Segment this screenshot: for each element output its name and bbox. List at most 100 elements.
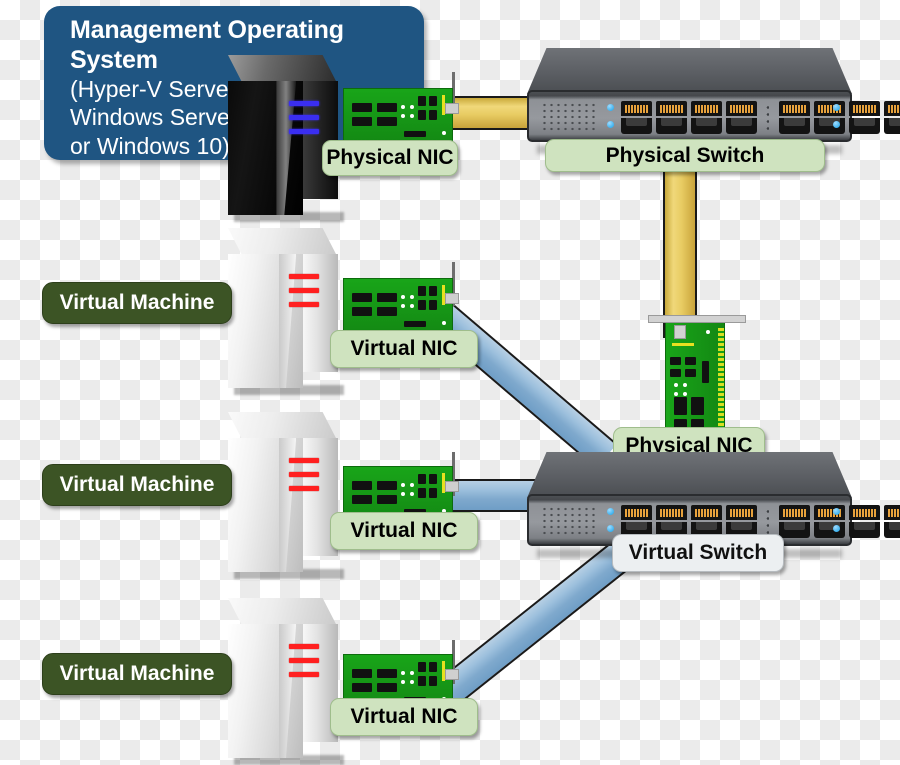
nic-chip [670,369,681,377]
nic-bracket-tab [674,325,686,339]
label-virtual-machine-2: Virtual Machine [42,464,232,506]
switch-status-led [833,508,840,515]
switch-port[interactable] [691,101,722,135]
vm-2-tower [228,412,344,579]
nic-solder-dot [401,105,405,109]
switch-chassis-top [527,48,852,94]
nic-bracket-tab [445,669,459,680]
nic-chip [352,117,372,126]
switch-status-led [833,525,840,532]
nic-solder-dot [401,304,405,308]
label-physical-switch: Physical Switch [545,139,825,172]
nic-chip [702,361,709,383]
label-text: Virtual NIC [350,519,458,542]
label-text: Virtual Machine [59,473,215,496]
nic-yellow-strip [672,343,694,346]
nic-solder-dot [401,483,405,487]
switch-separator-dots [766,104,769,132]
nic-chip [377,495,397,504]
nic-chip [404,321,426,327]
switch-port-group-left[interactable] [621,101,757,135]
nic-solder-dot [674,392,678,396]
tower-led-stack [289,458,320,500]
nic-chip [352,293,372,302]
nic-solder-dot [410,680,414,684]
switch-vent-grille [541,506,599,536]
switch-status-led [833,104,840,111]
switch-vent-grille [541,102,599,132]
nic-chip [429,474,437,484]
nic-chip [418,676,426,686]
switch-port[interactable] [779,505,810,539]
nic-solder-dot [683,392,687,396]
nic-solder-dot [410,295,414,299]
nic-chip [418,300,426,310]
nic-solder-dot [410,114,414,118]
nic-chip [429,286,437,296]
nic-chip [670,357,681,365]
vm-3-tower [228,598,344,765]
nic-chip [404,131,426,137]
nic-chip [685,369,696,377]
nic-chip [429,676,437,686]
nic-chip [418,488,426,498]
switch-port[interactable] [849,505,880,539]
nic-chip [352,307,372,316]
switch-status-led [607,508,614,515]
switch-port[interactable] [884,101,900,135]
label-virtual-nic-2: Virtual NIC [330,512,478,550]
nic-edge-connector [717,327,724,431]
physical-switch-device [527,48,900,154]
nic-chip [674,397,687,415]
nic-chip [418,286,426,296]
switch-front-panel [527,90,900,142]
nic-solder-dot [674,383,678,387]
nic-solder-dot [683,383,687,387]
switch-port[interactable] [814,505,845,539]
nic-chip [691,397,704,415]
tower-led-stack [289,644,320,686]
switch-port[interactable] [884,505,900,539]
label-text: Virtual Switch [628,541,768,564]
switch-port[interactable] [814,101,845,135]
nic-solder-dot [442,131,446,135]
nic-chip [352,481,372,490]
switch-status-led [607,525,614,532]
nic-solder-dot [401,114,405,118]
nic-chip [377,307,397,316]
tower-led-stack [289,274,320,316]
nic-chip [352,669,372,678]
switch-status-led [833,121,840,128]
nic-chip [377,117,397,126]
nic-solder-dot [706,330,710,334]
physical-nic-card-top [343,88,459,148]
cable-vm1-to-virtual-switch [432,303,618,469]
label-virtual-switch: Virtual Switch [612,534,784,572]
physical-nic-card-vertical [648,315,746,438]
nic-chip [377,293,397,302]
nic-solder-dot [410,671,414,675]
nic-solder-dot [401,671,405,675]
switch-port[interactable] [779,101,810,135]
label-text: Virtual NIC [350,705,458,728]
switch-port[interactable] [726,101,757,135]
nic-bracket-tab [445,103,459,114]
vm-1-tower [228,228,344,395]
switch-chassis-top [527,452,852,498]
network-diagram-canvas: Management Operating System (Hyper-V Ser… [0,0,900,765]
nic-chip [352,495,372,504]
nic-solder-dot [410,304,414,308]
switch-port[interactable] [656,101,687,135]
virtual-nic-card-1 [343,278,459,338]
switch-port[interactable] [621,101,652,135]
nic-chip [429,300,437,310]
nic-solder-dot [401,680,405,684]
label-text: Physical NIC [326,146,454,169]
cable-vm3-to-virtual-switch [432,540,634,710]
switch-port[interactable] [849,101,880,135]
label-text: Virtual NIC [350,337,458,360]
nic-pci-bracket [648,315,746,323]
tower-led-stack [289,101,320,143]
nic-solder-dot [401,492,405,496]
nic-chip [377,103,397,112]
